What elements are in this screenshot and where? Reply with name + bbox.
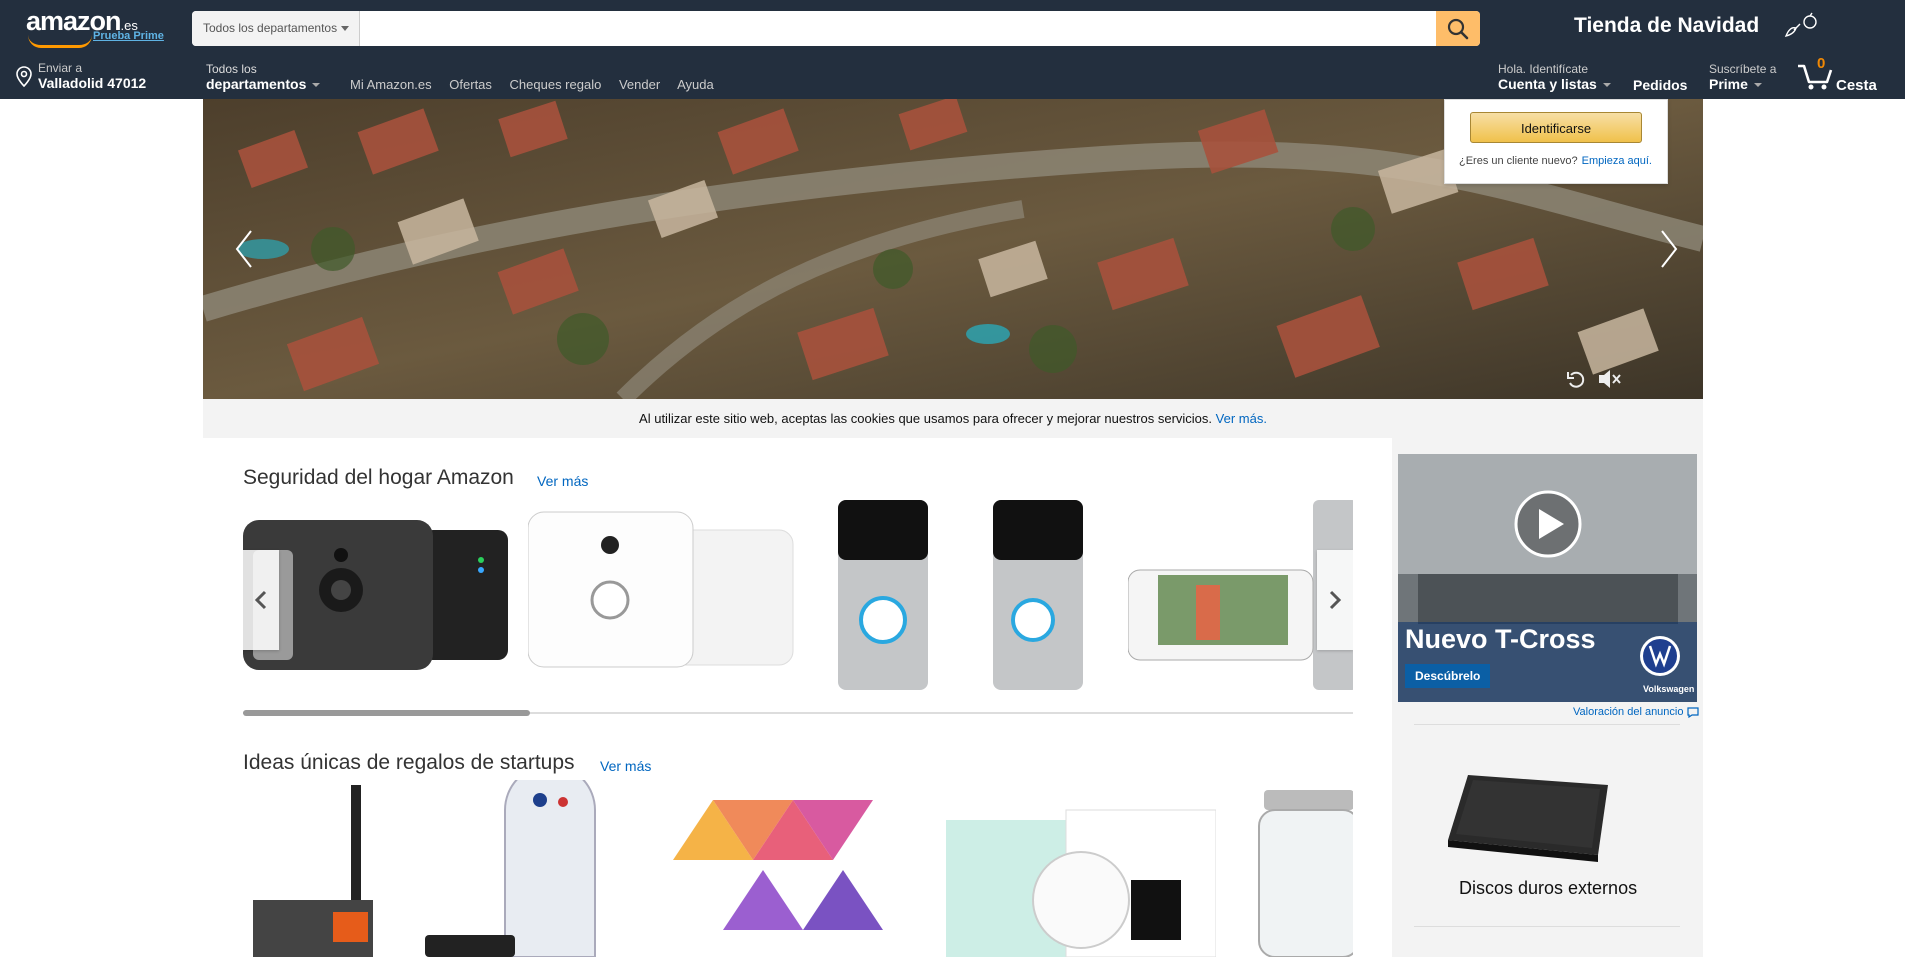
search-department-select[interactable]: Todos los departamentos (192, 11, 360, 46)
amazon-logo[interactable]: amazon.es Prueba Prime (26, 8, 164, 48)
account-lists-label: Cuenta y listas (1498, 76, 1597, 92)
nav-link-help[interactable]: Ayuda (677, 77, 714, 92)
ad-feedback-label: Valoración del anuncio (1573, 706, 1684, 718)
search-button[interactable] (1436, 11, 1480, 46)
prime-menu[interactable]: Suscríbete a Prime (1709, 62, 1776, 92)
product-blink-xt-camera-image[interactable] (243, 490, 513, 690)
cart-count: 0 (1817, 55, 1826, 72)
speech-bubble-icon (1686, 706, 1699, 718)
signin-flyout: Identificarse ¿Eres un cliente nuevo? Emp… (1444, 99, 1668, 184)
ad-feedback-link[interactable]: Valoración del anuncio (1573, 706, 1699, 718)
external-hard-drive-image[interactable] (1438, 760, 1618, 870)
product-dodow-image[interactable] (946, 780, 1216, 957)
shelf-title-home-security: Seguridad del hogar Amazon (243, 466, 514, 489)
location-value: Valladolid 47012 (38, 75, 147, 91)
chevron-down-icon (341, 26, 349, 31)
nav-link-deals[interactable]: Ofertas (449, 77, 492, 92)
nav-link-my-amazon[interactable]: Mi Amazon.es (350, 77, 432, 92)
cart-button[interactable]: 0 Cesta (1796, 55, 1896, 96)
chevron-right-icon (1329, 590, 1342, 610)
divider (1414, 926, 1680, 927)
cookie-text: Al utilizar este sitio web, aceptas las … (639, 411, 1213, 426)
divider (1414, 724, 1680, 725)
location-label: Enviar a (38, 61, 83, 75)
cookie-more-link[interactable]: Ver más. (1216, 411, 1267, 426)
prime-trial-link[interactable]: Prueba Prime (93, 30, 164, 42)
location-pin-icon (16, 66, 32, 88)
product-sun-jar-image[interactable] (1249, 780, 1353, 957)
ad-brand-label: Volkswagen (1643, 684, 1695, 694)
carousel-next-button[interactable] (1317, 550, 1353, 650)
home-security-carousel (243, 490, 1353, 690)
holiday-ornament-icon (1784, 12, 1817, 38)
replay-icon[interactable] (1565, 369, 1587, 391)
all-departments-menu[interactable]: Todos los departamentos (206, 62, 321, 92)
cart-icon (1798, 64, 1833, 90)
ad-cta-button[interactable]: Descúbrelo (1405, 664, 1491, 688)
start-here-link[interactable]: Empieza aquí. (1582, 155, 1652, 167)
cookie-notice: Al utilizar este sitio web, aceptas las … (203, 399, 1703, 438)
holiday-store-link[interactable]: Tienda de Navidad (1574, 14, 1759, 38)
sponsored-video-ad[interactable]: Nuevo T-Cross Descúbrelo Volkswagen (1398, 454, 1697, 702)
top-nav: amazon.es Prueba Prime Todos los departa… (0, 0, 1905, 50)
prime-subscribe-label: Suscríbete a (1709, 62, 1777, 76)
all-departments-line1: Todos los (206, 62, 257, 76)
sub-nav: Enviar a Valladolid 47012 Todos los depa… (0, 50, 1905, 99)
product-ring-doorbell-image[interactable] (828, 490, 938, 690)
search-input[interactable] (362, 11, 1426, 46)
nav-link-sell[interactable]: Vender (619, 77, 660, 92)
prime-label: Prime (1709, 76, 1748, 92)
product-pizza-oven-image[interactable] (243, 780, 383, 957)
orders-link[interactable]: Pedidos (1633, 77, 1687, 93)
search-department-label: Todos los departamentos (203, 21, 338, 35)
account-greeting: Hola. Identifícate (1498, 62, 1589, 76)
account-lists-menu[interactable]: Hola. Identifícate Cuenta y listas (1498, 62, 1611, 92)
all-departments-line2: departamentos (206, 76, 307, 92)
signin-button[interactable]: Identificarse (1470, 112, 1642, 143)
ad-headline: Nuevo T-Cross (1405, 624, 1596, 654)
chevron-down-icon (1753, 83, 1762, 88)
product-ring-doorbell-2-image[interactable] (983, 490, 1093, 690)
chevron-left-icon (254, 590, 267, 610)
hero-next-arrow-icon[interactable] (1652, 229, 1682, 269)
shelf-more-link-home-security[interactable]: Ver más (537, 473, 588, 489)
product-blink-indoor-camera-image[interactable] (528, 490, 798, 690)
product-r2d2-kit-image[interactable] (425, 780, 635, 957)
carousel-scrollbar[interactable] (243, 710, 1353, 716)
hero-prev-arrow-icon[interactable] (231, 229, 261, 269)
new-customer-text: ¿Eres un cliente nuevo? (1459, 155, 1578, 167)
shelf-more-link-startup-gifts[interactable]: Ver más (600, 758, 651, 774)
logo-smile-icon (28, 35, 92, 48)
chevron-down-icon (312, 83, 321, 88)
nav-links: Mi Amazon.es Ofertas Cheques regalo Vend… (350, 77, 728, 92)
product-nanoleaf-lights-image[interactable] (663, 780, 893, 957)
chevron-down-icon (1602, 83, 1611, 88)
nav-link-gift-cards[interactable]: Cheques regalo (510, 77, 602, 92)
cart-label: Cesta (1836, 77, 1877, 94)
search-bar: Todos los departamentos (192, 11, 1480, 46)
search-icon (1447, 18, 1469, 40)
startup-gifts-carousel (243, 780, 1353, 957)
carousel-prev-button[interactable] (243, 550, 279, 650)
carousel-scroll-thumb[interactable] (243, 710, 530, 716)
sidebar-card-label[interactable]: Discos duros externos (1459, 878, 1637, 899)
shelf-title-startup-gifts: Ideas únicas de regalos de startups (243, 751, 575, 774)
mute-icon[interactable] (1596, 367, 1622, 391)
